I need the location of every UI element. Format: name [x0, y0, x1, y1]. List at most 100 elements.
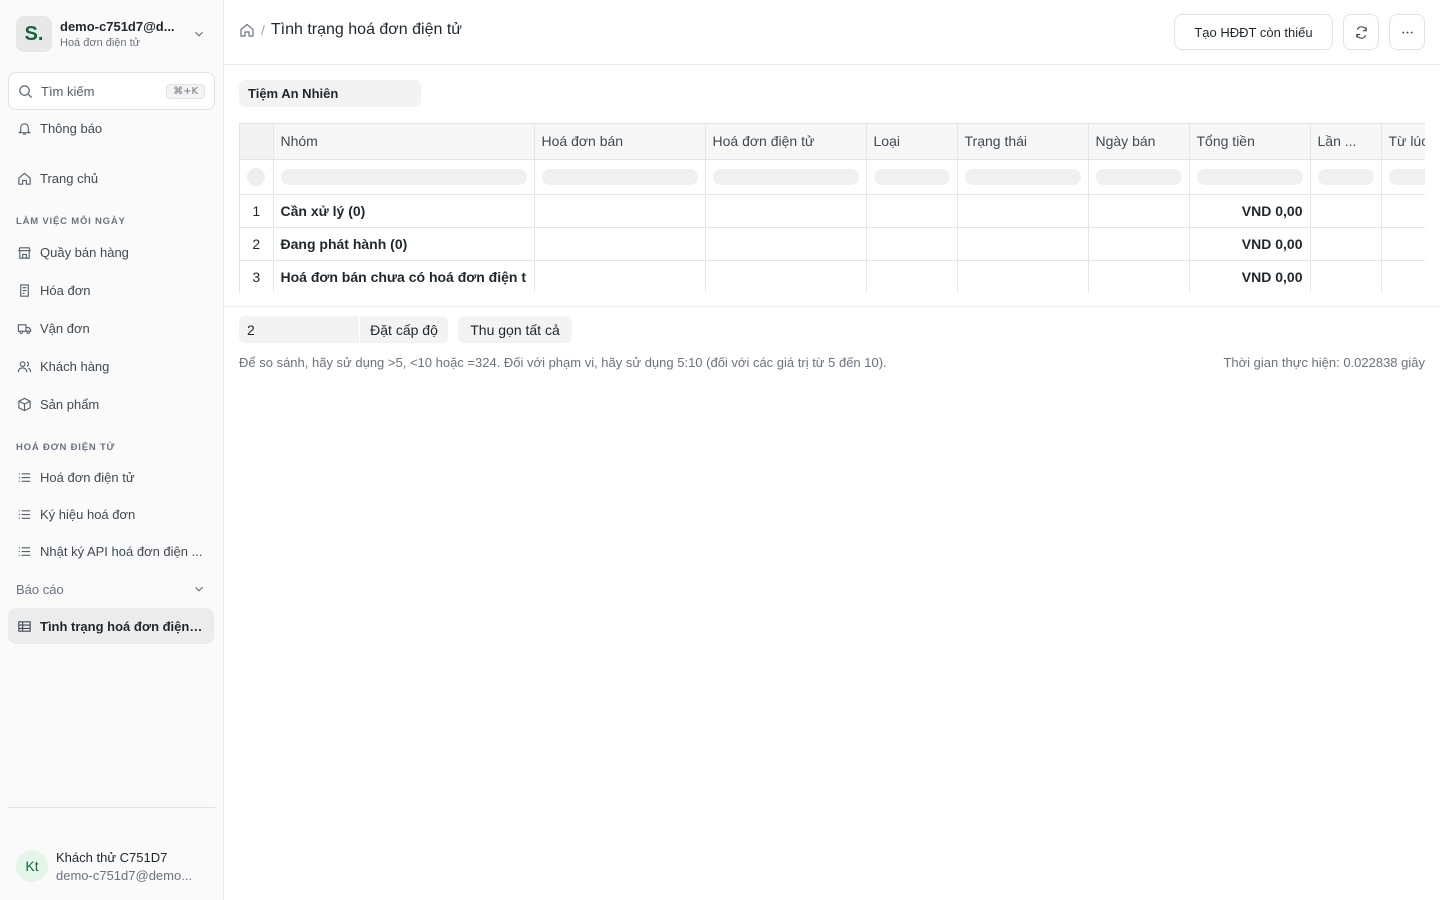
user-name: Khách thử C751D7: [56, 849, 168, 865]
create-missing-einvoice-button[interactable]: Tạo HĐĐT còn thiếu: [1174, 14, 1333, 50]
sidebar-item-products[interactable]: Sản phẩm: [8, 386, 214, 422]
total-cell: VND 0,00: [1189, 227, 1311, 261]
table-bottom-divider: [224, 306, 1440, 307]
table-row[interactable]: 1 Cần xử lý (0) VND 0,00: [240, 194, 1425, 228]
column-header[interactable]: Tổng tiền: [1189, 124, 1311, 160]
sidebar-item-label: Quầy bán hàng: [40, 244, 129, 260]
sidebar-item-shipments[interactable]: Vận đơn: [8, 310, 214, 346]
sidebar-item-label: Thông báo: [40, 120, 103, 136]
table-row[interactable]: 3 Hoá đơn bán chưa có hoá đơn điện t VND…: [240, 260, 1425, 292]
sidebar-group-reports[interactable]: Báo cáo: [8, 574, 214, 604]
filter-input[interactable]: [712, 168, 859, 185]
group-cell[interactable]: Cần xử lý (0): [273, 194, 535, 228]
page-header: / Tình trạng hoá đơn điện tử Tạo HĐĐT cò…: [224, 0, 1440, 65]
page-title: Tình trạng hoá đơn điện tử: [270, 21, 462, 38]
table-cell: [957, 194, 1089, 228]
column-header[interactable]: Ngày bán: [1088, 124, 1190, 160]
table-cell: [957, 260, 1089, 292]
table-row[interactable]: 2 Đang phát hành (0) VND 0,00: [240, 227, 1425, 261]
sidebar-item-label: Trang chủ: [40, 170, 99, 186]
main-content: / Tình trạng hoá đơn điện tử Tạo HĐĐT cò…: [224, 0, 1440, 900]
total-cell: VND 0,00: [1189, 260, 1311, 292]
truck-icon: [17, 323, 32, 334]
table-cell: [1381, 194, 1425, 228]
user-menu[interactable]: Kt Khách thử C751D7 demo-c751d7@demo...: [8, 840, 214, 892]
group-cell[interactable]: Hoá đơn bán chưa có hoá đơn điện t: [273, 260, 535, 292]
table-cell: [1381, 227, 1425, 261]
table-cell: [1310, 260, 1382, 292]
column-header[interactable]: Trạng thái: [957, 124, 1089, 160]
set-level-button[interactable]: Đặt cấp độ: [360, 316, 448, 343]
more-button[interactable]: [1389, 14, 1425, 50]
row-number: 2: [240, 227, 274, 261]
table-cell: [1310, 194, 1382, 228]
users-icon: [17, 360, 32, 372]
bell-icon: [17, 122, 32, 135]
report-table: Nhóm Hoá đơn bán Hoá đơn điện tử Loại Tr…: [239, 123, 1425, 292]
sidebar-item-customers[interactable]: Khách hàng: [8, 348, 214, 384]
chevron-down-icon: [195, 586, 203, 592]
sidebar-item-invoice-symbols[interactable]: Ký hiệu hoá đơn: [8, 496, 214, 532]
store-icon: [18, 246, 31, 259]
sidebar-item-einvoice-status[interactable]: Tình trạng hoá đơn điện tử: [8, 608, 214, 644]
total-cell: VND 0,00: [1189, 194, 1311, 228]
sidebar-item-api-log[interactable]: Nhật ký API hoá đơn điện ...: [8, 533, 214, 569]
table-cell: [534, 227, 706, 261]
workspace-name: demo-c751d7@d...: [60, 19, 175, 34]
list-icon: [18, 472, 31, 482]
search-icon: [19, 84, 33, 98]
sidebar-item-pos[interactable]: Quầy bán hàng: [8, 234, 214, 270]
column-header[interactable]: Hoá đơn bán: [534, 124, 706, 160]
avatar: Kt: [16, 850, 48, 882]
home-icon[interactable]: [239, 22, 255, 38]
filter-input[interactable]: [541, 168, 698, 185]
workspace-logo: S.: [16, 16, 52, 52]
sidebar-item-label: Tình trạng hoá đơn điện tử: [40, 618, 205, 634]
filter-input[interactable]: [1196, 168, 1303, 185]
list-icon: [18, 546, 31, 556]
search-button[interactable]: Tìm kiếm ⌘+K: [8, 72, 215, 110]
table-icon: [18, 620, 31, 632]
column-header[interactable]: Từ lúc: [1381, 124, 1425, 160]
column-header[interactable]: Hoá đơn điện tử: [705, 124, 867, 160]
section-label-einvoice: Hoá đơn điện tử: [16, 442, 116, 453]
search-label: Tìm kiếm: [41, 83, 95, 99]
list-icon: [18, 509, 31, 519]
filter-row: [240, 159, 1425, 195]
sidebar-item-notifications[interactable]: Thông báo: [8, 110, 214, 146]
sidebar-item-label: Hoá đơn điện tử: [40, 469, 135, 485]
refresh-button[interactable]: [1343, 14, 1379, 50]
filter-input[interactable]: [1317, 168, 1374, 185]
section-label-daily: Làm việc mỗi ngày: [16, 216, 126, 227]
sidebar: S. demo-c751d7@d... Hoá đơn điện tử Tìm …: [0, 0, 224, 900]
sidebar-item-home[interactable]: Trang chủ: [8, 160, 214, 196]
group-cell[interactable]: Đang phát hành (0): [273, 227, 535, 261]
collapse-all-button[interactable]: Thu gọn tất cả: [458, 316, 572, 343]
company-filter[interactable]: Tiệm An Nhiên: [239, 80, 421, 107]
table-cell: [866, 260, 958, 292]
filter-input[interactable]: [873, 168, 950, 185]
filter-input[interactable]: [1095, 168, 1182, 185]
group-level-input[interactable]: 2: [239, 316, 359, 343]
row-number: 1: [240, 194, 274, 228]
more-icon: [1401, 31, 1413, 33]
breadcrumb-separator: /: [261, 22, 265, 38]
table-cell: [1088, 194, 1190, 228]
sidebar-item-einvoices[interactable]: Hoá đơn điện tử: [8, 459, 214, 495]
column-header[interactable]: Loại: [866, 124, 958, 160]
sidebar-divider: [8, 807, 215, 808]
column-header[interactable]: Lần ...: [1310, 124, 1382, 160]
filter-input[interactable]: [964, 168, 1081, 185]
filter-input[interactable]: [280, 168, 527, 185]
sidebar-item-invoices[interactable]: Hóa đơn: [8, 272, 214, 308]
row-number-header: [240, 124, 274, 160]
chevron-down-icon: [195, 31, 203, 37]
workspace-switcher[interactable]: S. demo-c751d7@d... Hoá đơn điện tử: [8, 8, 214, 60]
receipt-icon: [20, 283, 29, 297]
sidebar-item-label: Sản phẩm: [40, 396, 100, 412]
filter-input[interactable]: [1388, 168, 1425, 185]
execution-time: Thời gian thực hiện: 0.022838 giây: [1223, 355, 1425, 370]
table-cell: [1088, 227, 1190, 261]
table-cell: [534, 260, 706, 292]
column-header[interactable]: Nhóm: [273, 124, 535, 160]
